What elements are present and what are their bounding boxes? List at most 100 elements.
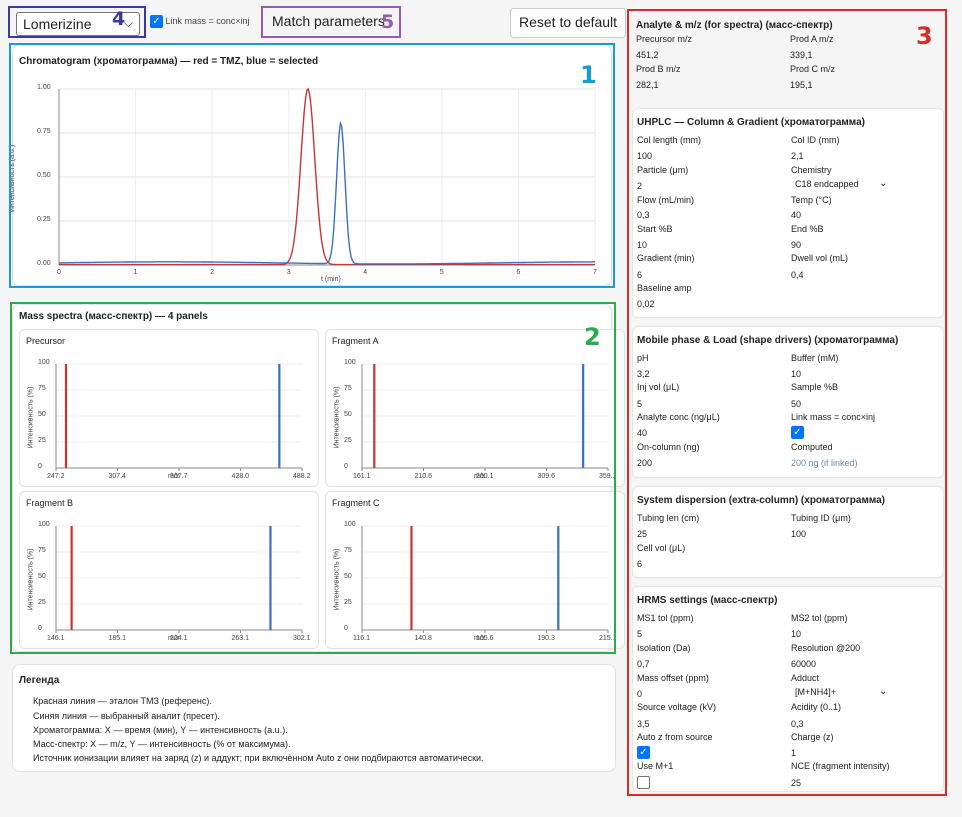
field-label: Charge (z) (791, 732, 834, 742)
field-label: Computed (791, 442, 833, 452)
temp-input[interactable]: 40 (791, 210, 801, 220)
field-label: Adduct (791, 673, 820, 683)
prod-b-mz-input[interactable]: 282,1 (636, 80, 659, 90)
auto-z-checkbox[interactable]: ✓ (637, 746, 650, 759)
field-label: Acidity (0..1) (791, 702, 842, 712)
field-label: NCE (fragment intensity) (791, 761, 890, 771)
callout-1: 1 (580, 61, 597, 89)
field-label: Resolution @200 (791, 643, 861, 653)
field-label: Inj vol (μL) (637, 382, 680, 392)
acidity-input[interactable]: 0,3 (791, 719, 804, 729)
field-label: Mass offset (ppm) (637, 673, 709, 683)
ms1-tol-input[interactable]: 5 (637, 629, 642, 639)
callout-4: 4 (112, 8, 126, 30)
particle-input[interactable]: 2 (637, 181, 642, 191)
inj-vol-input[interactable]: 5 (637, 399, 642, 409)
chemistry-select-value: C18 endcapped (795, 179, 859, 189)
field-label: Col ID (mm) (791, 135, 840, 145)
section-title: Mobile phase & Load (shape drivers) (хро… (637, 335, 899, 346)
dwell-vol-input[interactable]: 0,4 (791, 270, 804, 280)
section-title: System dispersion (extra-column) (хромат… (637, 495, 885, 506)
analyte-conc-input[interactable]: 40 (637, 428, 647, 438)
section-uhplc: UHPLC — Column & Gradient (хроматограмма… (632, 108, 944, 318)
section-title: HRMS settings (масс-спектр) (637, 595, 778, 606)
precursor-mz-input[interactable]: 451,2 (636, 50, 659, 60)
nce-input[interactable]: 25 (791, 778, 801, 788)
source-voltage-input[interactable]: 3,5 (637, 719, 650, 729)
buffer-input[interactable]: 10 (791, 369, 801, 379)
charge-input[interactable]: 1 (791, 748, 796, 758)
field-label: Source voltage (kV) (637, 702, 717, 712)
field-label: Cell vol (μL) (637, 543, 686, 553)
col-id-input[interactable]: 2,1 (791, 151, 804, 161)
field-label: Chemistry (791, 165, 832, 175)
start-b-input[interactable]: 10 (637, 240, 647, 250)
resolution-input[interactable]: 60000 (791, 659, 816, 669)
field-label: MS2 tol (ppm) (791, 613, 848, 623)
on-column-input[interactable]: 200 (637, 458, 652, 468)
field-label: Auto z from source (637, 732, 713, 742)
field-label: Tubing ID (μm) (791, 513, 851, 523)
link-mass-toggle[interactable]: ✓ Link mass = conc×inj (150, 15, 250, 28)
field-label: Isolation (Da) (637, 643, 691, 653)
end-b-input[interactable]: 90 (791, 240, 801, 250)
field-label: Analyte conc (ng/μL) (637, 412, 720, 422)
flow-input[interactable]: 0,3 (637, 210, 650, 220)
mass-offset-input[interactable]: 0 (637, 689, 642, 699)
field-label: Precursor m/z (636, 34, 693, 44)
isolation-input[interactable]: 0,7 (637, 659, 650, 669)
tubing-len-input[interactable]: 25 (637, 529, 647, 539)
field-label: Baseline amp (637, 283, 692, 293)
adduct-select[interactable]: [M+NH4]+ ⌄ (791, 686, 891, 697)
field-label: Start %B (637, 224, 673, 234)
field-label: Flow (mL/min) (637, 195, 695, 205)
link-mass-sidebar-checkbox[interactable]: ✓ (791, 426, 804, 439)
field-label: pH (637, 353, 649, 363)
adduct-select-value: [M+NH4]+ (795, 687, 837, 697)
field-label: Gradient (min) (637, 253, 695, 263)
callout-2: 2 (584, 323, 601, 351)
mass-spectra-frame (10, 302, 616, 654)
use-m1-checkbox[interactable] (637, 776, 650, 789)
ms2-tol-input[interactable]: 10 (791, 629, 801, 639)
cell-vol-input[interactable]: 6 (637, 559, 642, 569)
section-hrms: HRMS settings (масс-спектр) MS1 tol (ppm… (632, 586, 944, 792)
legend-line: Источник ионизации влияет на заряд (z) и… (33, 753, 484, 763)
callout-5: 5 (381, 11, 395, 33)
field-label: Link mass = conc×inj (791, 412, 876, 422)
match-parameters-button[interactable]: Match parameters (264, 8, 393, 34)
field-label: Tubing len (cm) (637, 513, 700, 523)
computed-value: 200 ng (if linked) (791, 458, 858, 468)
sample-b-input[interactable]: 50 (791, 399, 801, 409)
link-mass-checkbox[interactable]: ✓ (150, 15, 163, 28)
legend-line: Хроматограмма: X — время (мин), Y — инте… (33, 725, 288, 735)
legend-line: Красная линия — эталон ТМЗ (референс). (33, 696, 212, 706)
field-label: Prod B m/z (636, 64, 681, 74)
ph-input[interactable]: 3,2 (637, 369, 650, 379)
field-label: Use M+1 (637, 761, 674, 771)
field-label: Prod A m/z (790, 34, 834, 44)
legend-title: Легенда (19, 675, 60, 686)
field-label: Sample %B (791, 382, 839, 392)
section-title: Analyte & m/z (for spectra) (масс-спектр… (636, 20, 833, 31)
field-label: Col length (mm) (637, 135, 702, 145)
section-title: UHPLC — Column & Gradient (хроматограмма… (637, 117, 865, 128)
section-mobile-phase: Mobile phase & Load (shape drivers) (хро… (632, 326, 944, 478)
chevron-down-icon: ⌄ (879, 178, 888, 189)
legend-panel: Легенда Красная линия — эталон ТМЗ (рефе… (12, 664, 616, 772)
field-label: Prod C m/z (790, 64, 836, 74)
baseline-amp-input[interactable]: 0,02 (637, 299, 655, 309)
legend-line: Масс-спектр: X — m/z, Y — интенсивность … (33, 739, 291, 749)
prod-a-mz-input[interactable]: 339,1 (790, 50, 813, 60)
col-length-input[interactable]: 100 (637, 151, 652, 161)
chemistry-select[interactable]: C18 endcapped ⌄ (791, 178, 891, 189)
prod-c-mz-input[interactable]: 195,1 (790, 80, 813, 90)
chevron-down-icon: ⌄ (879, 686, 888, 697)
legend-line: Синяя линия — выбранный аналит (пресет). (33, 711, 220, 721)
gradient-input[interactable]: 6 (637, 270, 642, 280)
chevron-down-icon: ⌵ (123, 16, 133, 30)
section-dispersion: System dispersion (extra-column) (хромат… (632, 486, 944, 578)
field-label: Temp (°C) (791, 195, 832, 205)
tubing-id-input[interactable]: 100 (791, 529, 806, 539)
reset-default-button[interactable]: Reset to default (510, 8, 627, 38)
